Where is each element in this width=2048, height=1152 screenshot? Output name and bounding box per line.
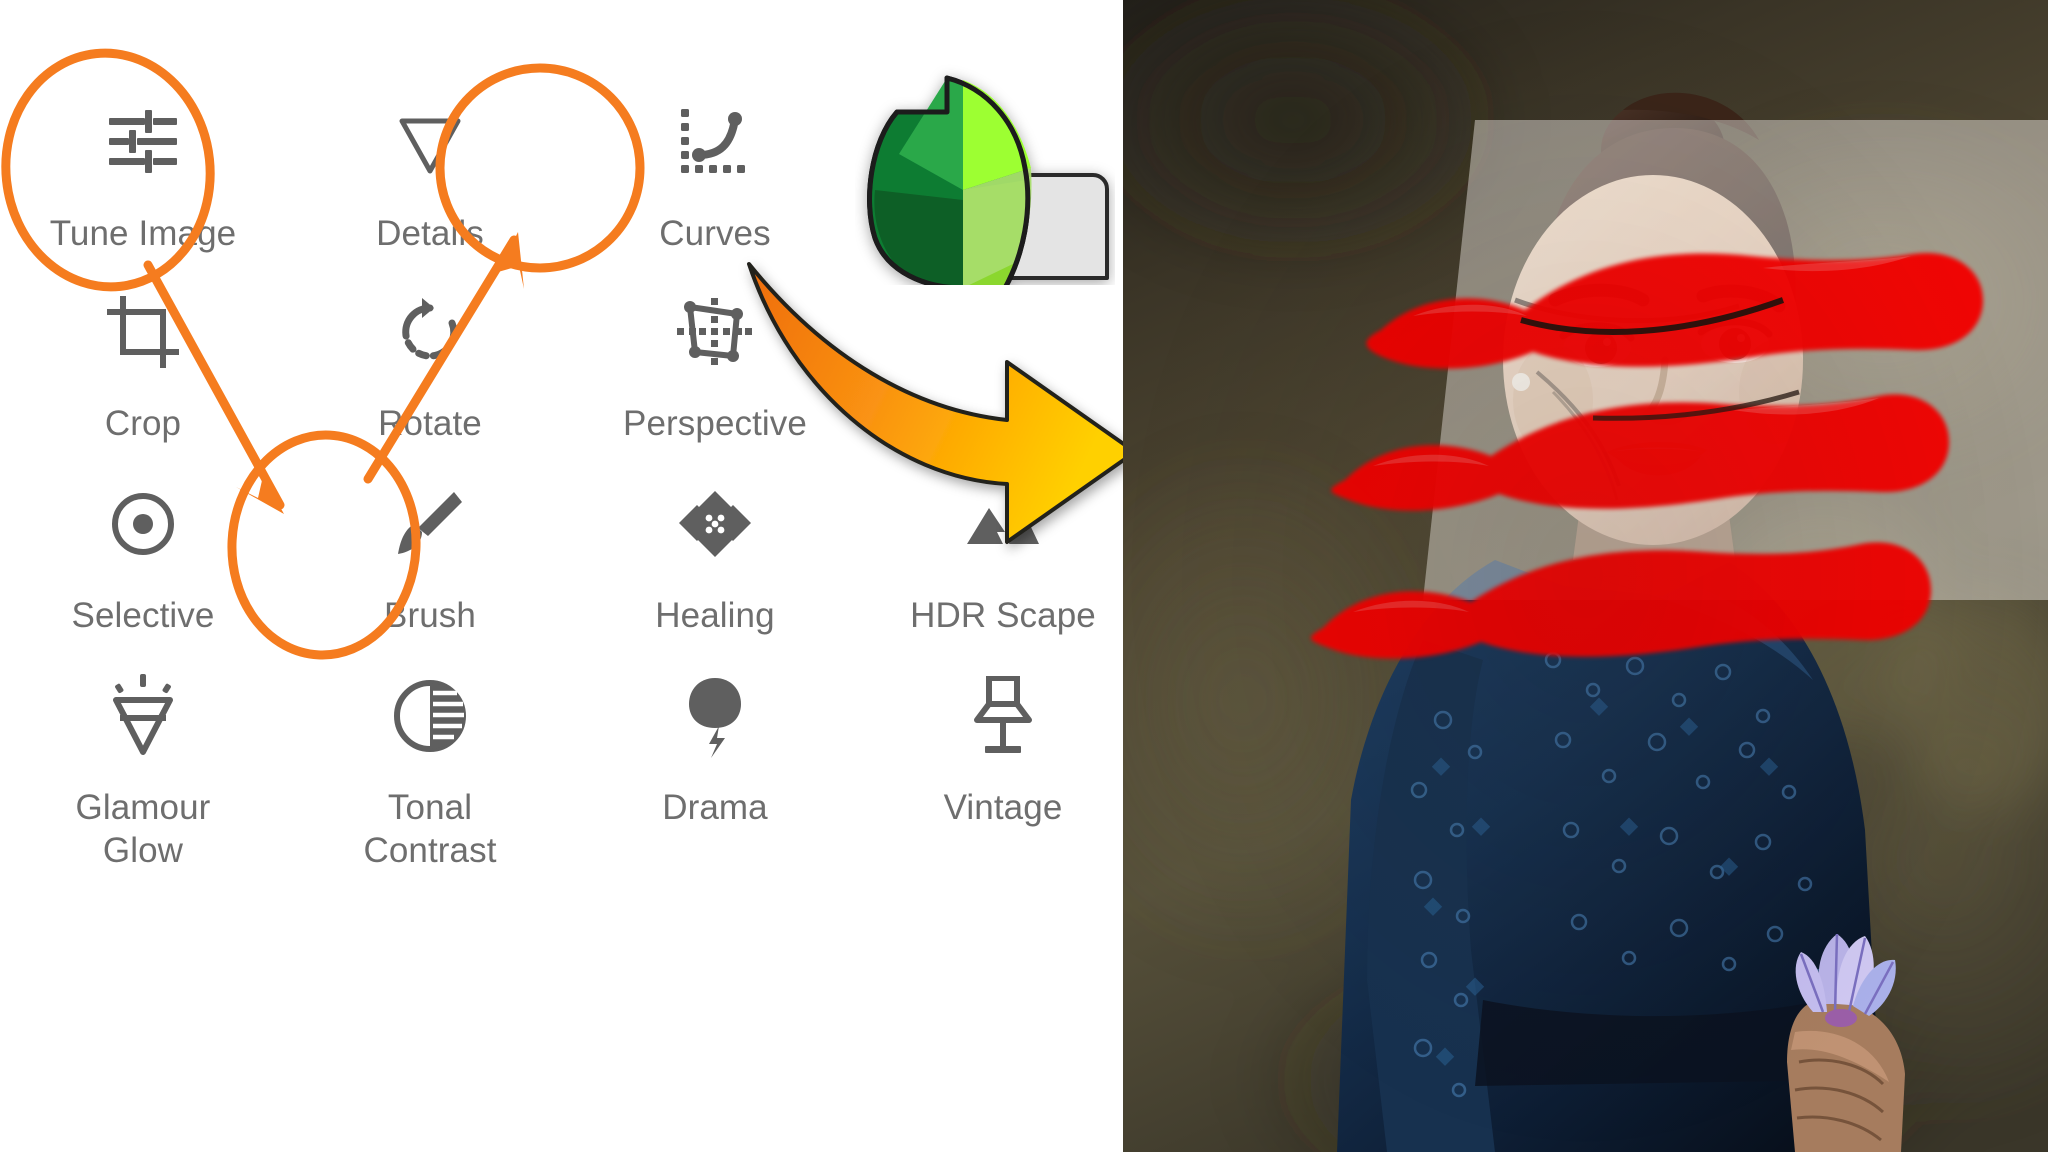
tool-perspective[interactable]: Perspective	[585, 284, 845, 445]
tool-rotate[interactable]: Rotate	[300, 284, 560, 445]
tool-curves[interactable]: Curves	[585, 94, 845, 255]
contrast-circle-icon	[300, 668, 560, 764]
tool-label: Glamour Glow	[75, 788, 211, 870]
triangle-down-icon	[300, 94, 560, 190]
lamp-icon	[873, 668, 1123, 764]
rotate-icon	[300, 284, 560, 380]
tool-label: Brush	[384, 596, 476, 635]
snapseed-tools-panel: Tune Image Details Curves Crop Rotate Pe…	[0, 0, 1123, 1152]
snapseed-logo	[855, 50, 1115, 285]
tool-tune-image[interactable]: Tune Image	[13, 94, 273, 255]
tool-details[interactable]: Details	[300, 94, 560, 255]
tool-label: Drama	[662, 788, 768, 827]
curve-graph-icon	[585, 94, 845, 190]
tool-label: Details	[376, 214, 484, 253]
tool-glamour-glow[interactable]: Glamour Glow	[13, 668, 273, 872]
tool-tonal-contrast[interactable]: Tonal Contrast	[300, 668, 560, 872]
screenshot-root: Tune Image Details Curves Crop Rotate Pe…	[0, 0, 2048, 1152]
tool-healing[interactable]: Healing	[585, 476, 845, 637]
tool-label: Perspective	[623, 404, 807, 443]
crop-icon	[13, 284, 273, 380]
tool-label: Tune Image	[49, 214, 237, 253]
target-dot-icon	[13, 476, 273, 572]
edited-portrait-photo[interactable]	[1123, 0, 2048, 1152]
tool-hdr-scape[interactable]: HDR Scape	[873, 476, 1123, 637]
tool-label: Tonal Contrast	[363, 788, 497, 870]
tool-selective[interactable]: Selective	[13, 476, 273, 637]
tool-brush[interactable]: Brush	[300, 476, 560, 637]
tool-label: Crop	[104, 404, 182, 443]
sliders-icon	[13, 94, 273, 190]
mountains-icon	[873, 476, 1123, 572]
storm-cloud-icon	[585, 668, 845, 764]
gem-sparkle-icon	[13, 668, 273, 764]
tool-crop[interactable]: Crop	[13, 284, 273, 445]
tool-vintage[interactable]: Vintage	[873, 668, 1123, 829]
perspective-icon	[585, 284, 845, 380]
tool-label: HDR Scape	[910, 596, 1096, 635]
tool-label: Healing	[655, 596, 775, 635]
tool-label: Rotate	[378, 404, 482, 443]
bandage-icon	[585, 476, 845, 572]
tool-label: Curves	[659, 214, 771, 253]
tool-label: Vintage	[943, 788, 1063, 827]
tool-drama[interactable]: Drama	[585, 668, 845, 829]
paintbrush-icon	[300, 476, 560, 572]
tool-label: Selective	[71, 596, 215, 635]
